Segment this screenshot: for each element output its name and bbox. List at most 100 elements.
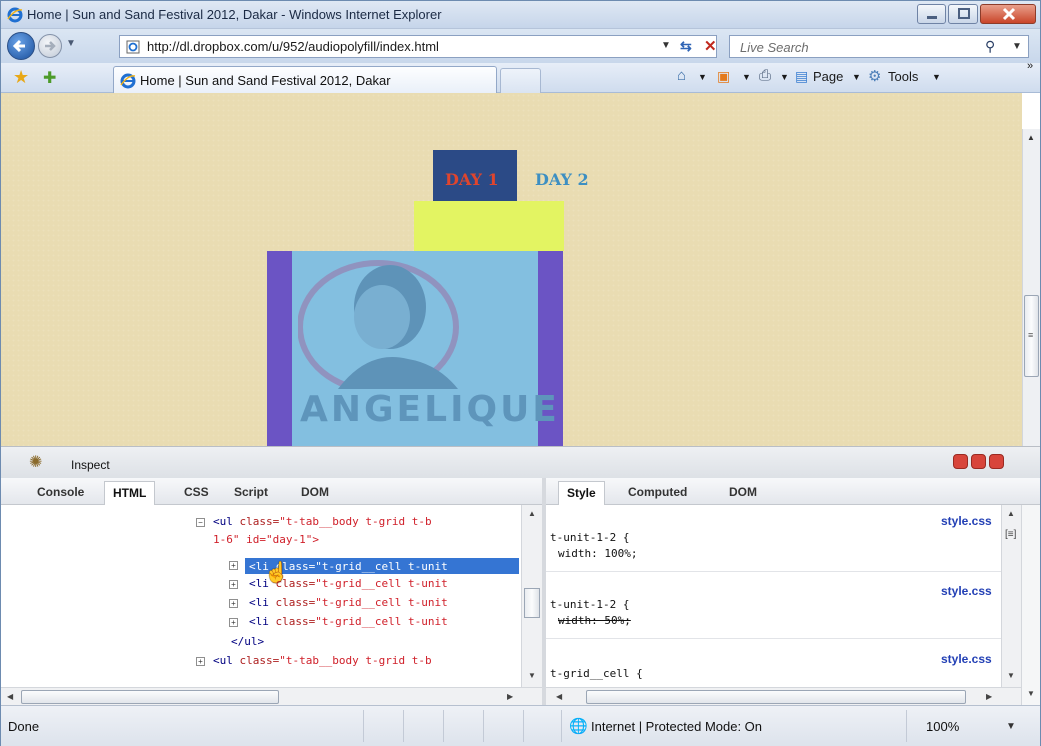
address-dropdown-icon[interactable]: ▼	[661, 40, 671, 51]
page-menu-icon[interactable]: ▤	[795, 68, 808, 85]
css-source-link[interactable]: style.css	[941, 652, 992, 666]
inspect-bug-icon[interactable]: ✺	[29, 452, 42, 472]
css-source-link[interactable]: style.css	[941, 514, 992, 528]
home-dropdown-icon[interactable]: ▼	[698, 72, 707, 82]
collapse-icon[interactable]: −	[196, 518, 205, 527]
scroll-down-arrow-icon[interactable]: ▼	[1007, 671, 1015, 680]
forward-button[interactable]	[38, 34, 62, 58]
css-selector: t-unit-1-2 {	[550, 598, 630, 611]
artist-card[interactable]: ANGELIQUE	[292, 251, 557, 446]
scrollbar-thumb[interactable]	[586, 690, 966, 704]
css-property[interactable]: width: 100%;	[558, 547, 637, 560]
zoom-dropdown-icon[interactable]: ▼	[1006, 721, 1016, 732]
html-node-ul[interactable]: <ul class="t-tab__body t-grid t-b	[213, 515, 432, 528]
tab-html[interactable]: HTML	[104, 481, 156, 505]
page-dropdown-icon[interactable]: ▼	[852, 72, 861, 82]
page-menu[interactable]: Page	[813, 69, 843, 84]
feeds-dropdown-icon[interactable]: ▼	[742, 72, 751, 82]
scroll-left-arrow-icon[interactable]: ◀	[7, 692, 13, 701]
tab-day-1[interactable]: DAY 1	[433, 150, 517, 201]
back-button[interactable]	[7, 32, 35, 60]
tab-script[interactable]: Script	[234, 485, 268, 499]
tools-menu[interactable]: Tools	[888, 69, 918, 84]
maximize-button[interactable]	[948, 4, 978, 24]
tab-style[interactable]: Style	[558, 481, 605, 505]
expand-icon[interactable]: +	[229, 618, 238, 627]
new-tab-button[interactable]	[500, 68, 541, 93]
stop-icon[interactable]: ✕	[704, 37, 717, 55]
expand-icon[interactable]: +	[196, 657, 205, 666]
recent-pages-dropdown[interactable]: ▼	[66, 38, 76, 49]
search-icon[interactable]: ⚲	[985, 38, 995, 55]
close-window-button[interactable]	[980, 4, 1036, 24]
devtools-toolbar: ✺ Inspect	[1, 446, 1040, 478]
html-node-ul-cont: 1-6" id="day-1">	[213, 533, 319, 546]
devtools-restore-button[interactable]	[971, 454, 986, 469]
title-bar: Home | Sun and Sand Festival 2012, Dakar…	[1, 1, 1040, 29]
refresh-icon[interactable]: ⇆	[680, 38, 692, 55]
css-source-link[interactable]: style.css	[941, 584, 992, 598]
search-placeholder[interactable]: Live Search	[740, 40, 809, 55]
toolbar-overflow-icon[interactable]: »	[1027, 60, 1033, 72]
style-pane-hscrollbar[interactable]: ◀ ▶	[546, 687, 1021, 705]
devtools-minimize-button[interactable]	[953, 454, 968, 469]
scroll-left-arrow-icon[interactable]: ◀	[556, 692, 562, 701]
search-field[interactable]: Live Search ⚲ ▼	[729, 35, 1029, 58]
style-pane[interactable]: t-unit-1-2 { width: 100%; style.css t-un…	[546, 505, 1001, 687]
devtools-close-button[interactable]	[989, 454, 1004, 469]
tab-day-2[interactable]: DAY 2	[535, 170, 589, 189]
tab-computed[interactable]: Computed	[628, 485, 687, 499]
html-node-li[interactable]: <li class="t-grid__cell t-unit	[249, 577, 448, 590]
tab-dom[interactable]: DOM	[301, 485, 329, 499]
tab-home[interactable]: Home | Sun and Sand Festival 2012, Dakar	[113, 66, 497, 93]
expand-icon[interactable]: +	[229, 561, 238, 570]
html-node-li[interactable]: <li class="t-grid__cell t-unit	[249, 596, 448, 609]
add-favorite-icon[interactable]: ✚	[43, 68, 56, 88]
html-node-li[interactable]: <li class="t-grid__cell t-unit	[249, 615, 448, 628]
scroll-up-arrow-icon[interactable]: ▲	[1007, 509, 1015, 518]
devtools-tabs-right: Style Computed DOM	[546, 478, 1040, 505]
tools-dropdown-icon[interactable]: ▼	[932, 72, 941, 82]
style-pane-vscrollbar[interactable]: ▲ [≡] ▼	[1001, 505, 1021, 687]
tab-css[interactable]: CSS	[184, 485, 209, 499]
minimize-button[interactable]	[917, 4, 946, 24]
expand-icon[interactable]: +	[229, 599, 238, 608]
devtools-vscrollbar[interactable]: ▼	[1021, 505, 1040, 705]
security-zone[interactable]: Internet | Protected Mode: On	[591, 719, 762, 734]
scroll-down-arrow-icon[interactable]: ▼	[528, 671, 536, 680]
css-selector: t-unit-1-2 {	[550, 531, 630, 544]
html-tree-pane[interactable]: − <ul class="t-tab__body t-grid t-b 1-6"…	[1, 505, 542, 687]
inspect-button[interactable]: Inspect	[71, 458, 110, 472]
tab-label[interactable]: Home | Sun and Sand Festival 2012, Dakar	[140, 73, 391, 88]
browser-window: Home | Sun and Sand Festival 2012, Dakar…	[0, 0, 1041, 746]
tab-console[interactable]: Console	[37, 485, 84, 499]
scroll-down-arrow-icon[interactable]: ▼	[1027, 689, 1035, 698]
address-field[interactable]: http://dl.dropbox.com/u/952/audiopolyfil…	[119, 35, 717, 58]
print-dropdown-icon[interactable]: ▼	[780, 72, 789, 82]
feeds-icon[interactable]: ▣	[717, 68, 730, 85]
scrollbar-thumb[interactable]	[21, 690, 279, 704]
expand-icon[interactable]: +	[229, 580, 238, 589]
favorites-star-icon[interactable]: ★	[13, 67, 29, 88]
html-pane-hscrollbar[interactable]: ◀ ▶	[1, 687, 542, 705]
search-dropdown-icon[interactable]: ▼	[1012, 41, 1022, 52]
scrollbar-thumb[interactable]: ≡	[1024, 295, 1039, 377]
print-icon[interactable]: ⎙	[759, 67, 771, 84]
day-1-label[interactable]: DAY 1	[445, 170, 499, 189]
scrollbar-thumb[interactable]	[524, 588, 540, 618]
tab-style-dom[interactable]: DOM	[729, 485, 757, 499]
scroll-up-arrow-icon[interactable]: ▲	[1027, 133, 1035, 142]
scroll-right-arrow-icon[interactable]: ▶	[507, 692, 513, 701]
tools-gear-icon[interactable]: ⚙	[868, 67, 881, 85]
url-text[interactable]: http://dl.dropbox.com/u/952/audiopolyfil…	[147, 39, 439, 54]
scroll-right-arrow-icon[interactable]: ▶	[986, 692, 992, 701]
home-icon[interactable]: ⌂	[677, 67, 686, 84]
status-divider	[523, 710, 524, 742]
zoom-level[interactable]: 100%	[926, 719, 959, 734]
devtools-tabs-left: Console HTML CSS Script DOM	[1, 478, 542, 505]
scroll-up-arrow-icon[interactable]: ▲	[528, 509, 536, 518]
css-property-overridden[interactable]: width: 50%;	[558, 614, 631, 627]
page-scrollbar[interactable]: ▲ ≡	[1022, 129, 1040, 446]
html-node-ul[interactable]: <ul class="t-tab__body t-grid t-b	[213, 654, 432, 667]
html-pane-vscrollbar[interactable]: ▲ ▼	[521, 505, 542, 687]
